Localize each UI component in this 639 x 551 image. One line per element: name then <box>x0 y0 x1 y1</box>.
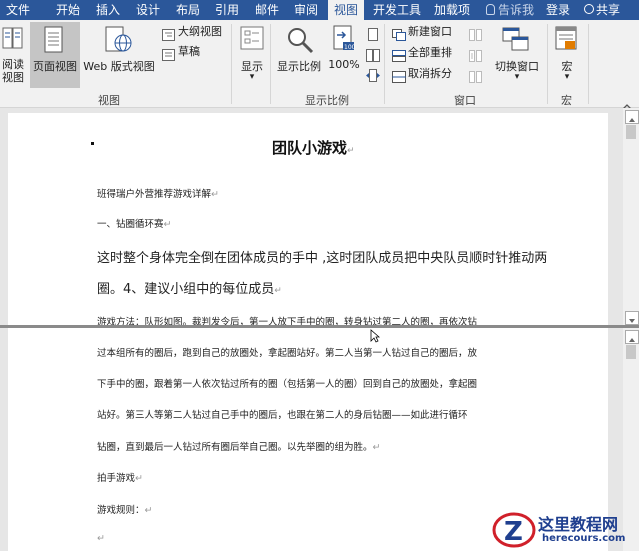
read-mode-button[interactable]: 阅读 视图 <box>0 58 26 84</box>
tab-layout[interactable]: 布局 <box>176 0 200 20</box>
one-page-icon[interactable] <box>367 26 379 41</box>
tab-developer[interactable]: 开发工具 <box>373 0 421 20</box>
empty-paragraph-mark: ↵ <box>97 533 105 544</box>
view-side-by-side-icon[interactable] <box>469 26 482 41</box>
macros-arrow: ▾ <box>564 72 570 82</box>
views-group-label: 视图 <box>98 94 120 107</box>
tab-addins[interactable]: 加载项 <box>434 0 470 20</box>
tell-me-label: 告诉我 <box>498 3 535 17</box>
watermark-title: 这里教程网 <box>538 515 619 534</box>
watermark-z-icon: Z <box>492 512 536 548</box>
window-group-label: 窗口 <box>454 94 476 107</box>
group-divider <box>231 24 232 104</box>
web-layout-button[interactable]: Web 版式视图 <box>81 58 157 74</box>
draft-button[interactable]: 草稿 <box>178 45 200 59</box>
show-dropdown-arrow: ▾ <box>249 72 255 82</box>
remove-split-button[interactable]: 取消拆分 <box>408 67 452 81</box>
bullet-mark <box>91 142 94 145</box>
page-width-icon[interactable] <box>366 67 380 82</box>
paragraph: 班得瑞户外营推荐游戏详解↵ <box>97 189 219 200</box>
hundred-percent-icon: 100 <box>331 25 356 55</box>
remove-split-icon <box>392 68 406 83</box>
paragraph: 过本组所有的圈后，跑到自己的放圈处，拿起圈站好。第二人当第一人钻过自己的圈后，放 <box>97 348 478 359</box>
zoom-100-button[interactable]: 100% <box>328 58 360 71</box>
svg-text:100: 100 <box>344 44 355 51</box>
paragraph: 拍手游戏↵ <box>97 473 143 484</box>
paragraph: 站好。第三人等第二人钻过自己手中的圈后，也跟在第二人的身后钻圈——如此进行循环 <box>97 410 468 421</box>
watermark-logo: Z 这里教程网 herecours.com <box>488 508 639 551</box>
new-window-button[interactable]: 新建窗口 <box>408 25 452 39</box>
tab-references[interactable]: 引用 <box>215 0 239 20</box>
paragraph: 钻圈，直到最后一人钻过所有圈后举自己圈。以先举圈的组为胜。↵ <box>97 442 381 453</box>
web-layout-icon <box>104 26 132 54</box>
switch-windows-arrow: ▾ <box>514 72 520 82</box>
switch-windows-icon <box>502 27 530 53</box>
scroll-up-button[interactable] <box>625 110 639 124</box>
tab-mailings[interactable]: 邮件 <box>255 0 279 20</box>
document-pane-top[interactable]: 团队小游戏↵ 班得瑞户外营推荐游戏详解↵ 一、钻圈循环赛↵ 这时整个身体完全倒在… <box>0 108 623 326</box>
ribbon-tab-bar: 文件 开始 插入 设计 布局 引用 邮件 审阅 视图 开发工具 加载项 告诉我 … <box>0 0 639 20</box>
tell-me-box[interactable]: 告诉我 <box>486 0 534 20</box>
new-window-icon <box>392 26 406 41</box>
scroll-down-button[interactable] <box>625 311 639 325</box>
ribbon-view: 阅读 视图 页面视图 Web 版式视图 大纲视图 草稿 视图 显示 ▾ 显示比例 … <box>0 20 639 110</box>
zoom-button[interactable]: 显示比例 <box>274 58 324 74</box>
read-mode-icon <box>2 26 24 52</box>
paragraph: 下手中的圈，跟着第一人依次钻过所有的圈（包括第一人的圈）回到自己的放圈处，拿起圈 <box>97 379 478 390</box>
share-label: 共享 <box>596 3 621 17</box>
paragraph: 这时整个身体完全倒在团体成员的手中 ,这时团队成员把中央队员顺时针推动两 <box>97 251 548 266</box>
paragraph: 一、钻圈循环赛↵ <box>97 219 172 230</box>
show-icon <box>240 26 264 50</box>
mouse-cursor-icon <box>370 328 381 343</box>
scroll-up-button[interactable] <box>625 330 639 344</box>
arrange-all-button[interactable]: 全部重排 <box>408 46 452 60</box>
group-divider <box>547 24 548 104</box>
watermark-url: herecours.com <box>542 533 626 544</box>
macros-icon <box>555 26 579 52</box>
person-icon <box>584 4 594 14</box>
paragraph: 游戏规则：↵ <box>97 505 153 516</box>
print-layout-icon <box>43 26 65 54</box>
tab-review[interactable]: 审阅 <box>294 0 318 20</box>
scroll-thumb[interactable] <box>626 345 636 359</box>
zoom-group-label: 显示比例 <box>305 94 349 107</box>
tab-view[interactable]: 视图 <box>328 0 364 20</box>
group-divider <box>384 24 385 104</box>
arrange-all-icon <box>392 47 406 62</box>
group-divider <box>270 24 271 104</box>
tab-design[interactable]: 设计 <box>136 0 160 20</box>
tab-insert[interactable]: 插入 <box>96 0 120 20</box>
macros-group-label: 宏 <box>561 94 572 107</box>
print-layout-label: 页面视图 <box>33 60 77 73</box>
magnifier-icon <box>286 26 314 54</box>
scroll-thumb[interactable] <box>626 125 636 139</box>
multiple-pages-icon[interactable] <box>366 47 380 62</box>
group-divider <box>588 24 589 104</box>
synchronous-scrolling-icon[interactable] <box>469 47 482 62</box>
paragraph: 圈。4、建议小组中的每位成员↵ <box>97 282 282 297</box>
scrollbar-top[interactable] <box>623 108 639 325</box>
svg-text:Z: Z <box>504 517 523 547</box>
document-page[interactable]: 团队小游戏↵ 班得瑞户外营推荐游戏详解↵ 一、钻圈循环赛↵ 这时整个身体完全倒在… <box>8 113 608 326</box>
tab-home[interactable]: 开始 <box>56 0 80 20</box>
tab-file[interactable]: 文件 <box>6 0 30 20</box>
sign-in-link[interactable]: 登录 <box>546 0 570 20</box>
reset-window-position-icon[interactable] <box>469 68 482 83</box>
document-title: 团队小游戏↵ <box>272 139 355 157</box>
lightbulb-icon <box>486 4 495 15</box>
share-button[interactable]: 共享 <box>584 0 620 20</box>
outline-icon <box>162 26 175 41</box>
outline-button[interactable]: 大纲视图 <box>178 25 222 39</box>
draft-icon <box>162 46 175 61</box>
collapse-ribbon-icon[interactable] <box>622 96 632 110</box>
